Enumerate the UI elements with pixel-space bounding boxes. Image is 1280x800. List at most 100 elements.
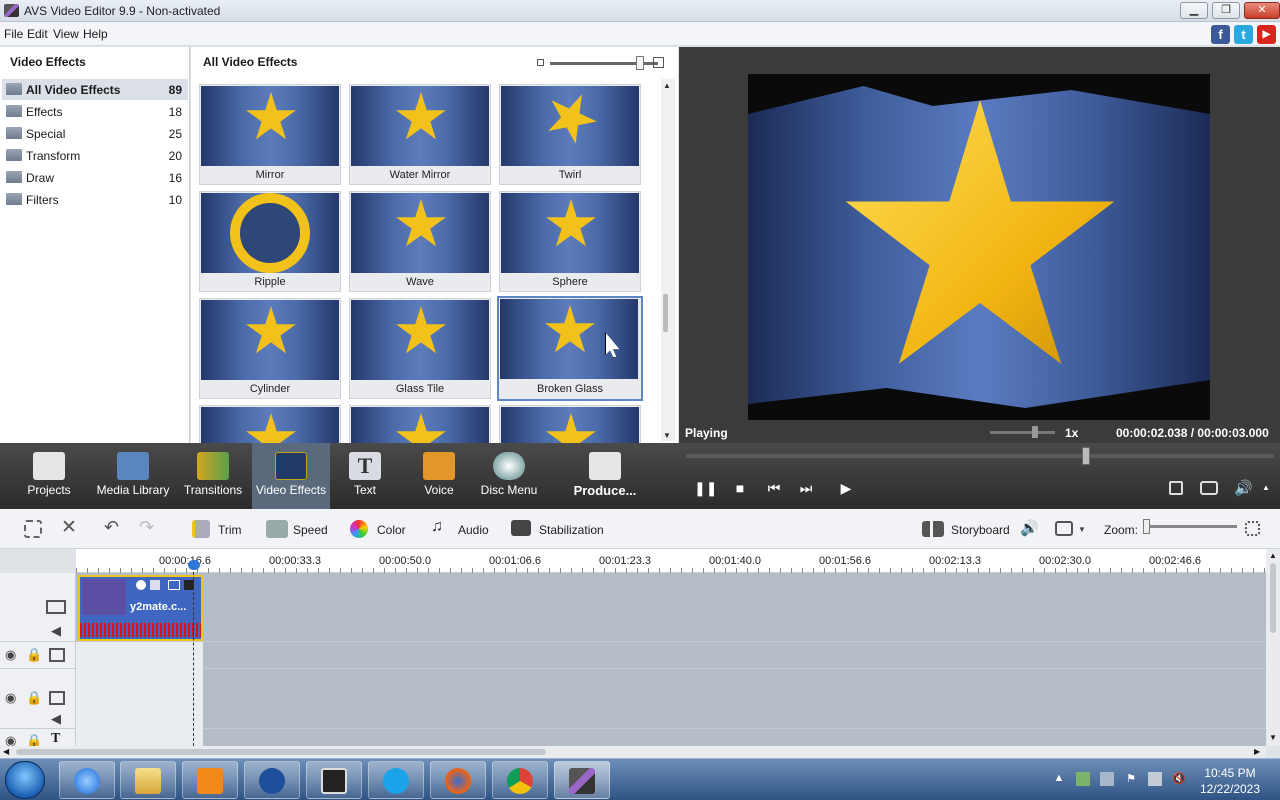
category-draw[interactable]: Draw 16	[2, 167, 188, 188]
tray-network-icon[interactable]	[1100, 772, 1114, 786]
taskbar-clock[interactable]: 10:45 PM 12/22/2023	[1195, 765, 1265, 797]
taskbar-internet-explorer[interactable]	[59, 761, 115, 799]
category-effects[interactable]: Effects 18	[2, 101, 188, 122]
scroll-down-icon[interactable]: ▼	[663, 431, 671, 440]
snapshot-camera-icon[interactable]	[1200, 481, 1218, 495]
taskbar-avs-video-editor[interactable]	[554, 761, 610, 799]
taskbar-media-player[interactable]	[182, 761, 238, 799]
color-button[interactable]: Color	[377, 523, 406, 537]
fullscreen-icon[interactable]	[1169, 481, 1183, 495]
scrollbar-thumb[interactable]	[16, 749, 546, 755]
storyboard-icon[interactable]	[922, 521, 944, 537]
slider-thumb[interactable]	[636, 56, 644, 70]
large-thumbnail-icon[interactable]	[653, 57, 664, 68]
close-button[interactable]: ✕	[1244, 2, 1280, 19]
clip-color-icon[interactable]	[136, 580, 146, 590]
speed-button[interactable]: Speed	[293, 523, 328, 537]
monitor-icon[interactable]	[1055, 521, 1073, 536]
playhead-knob[interactable]	[188, 560, 200, 570]
storyboard-button[interactable]: Storyboard	[951, 523, 1010, 537]
seek-bar[interactable]	[686, 447, 1274, 465]
lock-icon[interactable]: 🔒	[26, 647, 42, 663]
scrollbar-thumb[interactable]	[663, 294, 668, 332]
action-center-flag-icon[interactable]: ⚑	[1124, 772, 1138, 786]
menu-view[interactable]: View	[53, 27, 79, 41]
effect-tile-broken-glass[interactable]: Broken Glass	[497, 296, 643, 401]
menu-help[interactable]: Help	[83, 27, 108, 41]
video-effects-button[interactable]: Video Effects	[252, 443, 330, 509]
timeline-ruler[interactable]: 00:00:16.6 00:00:33.3 00:00:50.0 00:01:0…	[76, 549, 1266, 573]
category-transform[interactable]: Transform 20	[2, 145, 188, 166]
thumbnail-size-slider[interactable]	[550, 56, 658, 70]
taskbar-skype[interactable]	[368, 761, 424, 799]
stabilization-camera-icon[interactable]	[511, 520, 531, 536]
produce-button[interactable]: Produce...	[562, 443, 648, 509]
tray-volume-muted-icon[interactable]: 🔇	[1172, 772, 1186, 786]
scrollbar-thumb[interactable]	[1270, 563, 1276, 633]
trim-button[interactable]: Trim	[218, 523, 242, 537]
taskbar-firefox[interactable]	[430, 761, 486, 799]
video-clip[interactable]: y2mate.c...	[78, 575, 203, 641]
taskbar-flash-app[interactable]	[244, 761, 300, 799]
select-all-icon[interactable]	[24, 520, 42, 538]
slider-thumb[interactable]	[1032, 426, 1038, 438]
next-frame-button[interactable]: ⏭	[796, 480, 816, 497]
facebook-icon[interactable]: f	[1211, 25, 1230, 44]
stabilization-button[interactable]: Stabilization	[539, 523, 604, 537]
menu-edit[interactable]: Edit	[27, 27, 48, 41]
effects-scrollbar[interactable]: ▲ ▼	[661, 79, 675, 441]
slider-thumb[interactable]	[1143, 519, 1150, 534]
eye-icon[interactable]: ◉	[5, 647, 16, 663]
tray-app-icon[interactable]	[1076, 772, 1090, 786]
category-filters[interactable]: Filters 10	[2, 189, 188, 210]
frame-step-button[interactable]: ▶	[836, 480, 856, 497]
fit-to-window-icon[interactable]	[1245, 521, 1260, 536]
effect-tile-ripple[interactable]: Ripple	[199, 191, 341, 292]
volume-icon[interactable]: 🔊	[1234, 479, 1253, 497]
transitions-button[interactable]: Transitions	[174, 443, 252, 509]
trim-icon[interactable]	[192, 520, 210, 538]
zoom-slider[interactable]	[1143, 519, 1237, 534]
effect-tile-mirror[interactable]: Mirror	[199, 84, 341, 185]
delete-icon[interactable]: ✕	[61, 516, 77, 539]
small-thumbnail-icon[interactable]	[537, 59, 544, 66]
scroll-right-icon[interactable]: ▶	[1254, 747, 1260, 756]
scroll-up-icon[interactable]: ▲	[1269, 551, 1277, 560]
youtube-icon[interactable]: ▶	[1257, 25, 1276, 44]
show-hidden-icons[interactable]: ▲	[1052, 772, 1066, 786]
effect-tile-wave[interactable]: Wave	[349, 191, 491, 292]
previous-frame-button[interactable]: ⏮	[764, 480, 784, 497]
lock-icon[interactable]: 🔒	[26, 690, 42, 706]
scroll-left-icon[interactable]: ◀	[3, 747, 9, 756]
disc-menu-button[interactable]: Disc Menu	[470, 443, 548, 509]
taskbar-video-app[interactable]	[306, 761, 362, 799]
effect-tile-sphere[interactable]: Sphere	[499, 191, 641, 292]
volume-arrow-icon[interactable]: ▲	[1262, 483, 1270, 492]
start-button[interactable]	[5, 761, 45, 799]
timeline-vertical-scrollbar[interactable]: ▲ ▼	[1266, 549, 1280, 746]
minimize-button[interactable]: ▁	[1180, 2, 1208, 19]
seek-thumb[interactable]	[1082, 447, 1090, 465]
category-special[interactable]: Special 25	[2, 123, 188, 144]
category-all-video-effects[interactable]: All Video Effects 89	[2, 79, 188, 100]
projects-button[interactable]: Projects	[10, 443, 88, 509]
effect-tile-partial[interactable]	[349, 405, 491, 444]
speed-icon[interactable]	[266, 520, 288, 538]
music-note-icon[interactable]: ♫	[431, 518, 443, 536]
undo-icon[interactable]: ↶	[104, 517, 119, 538]
eye-icon[interactable]: ◉	[5, 690, 16, 706]
effect-tile-twirl[interactable]: Twirl	[499, 84, 641, 185]
taskbar-chrome[interactable]	[492, 761, 548, 799]
timeline-horizontal-scrollbar[interactable]: ◀ ▶	[0, 746, 1266, 758]
playhead[interactable]	[188, 560, 200, 746]
scroll-up-icon[interactable]: ▲	[663, 81, 671, 90]
color-wheel-icon[interactable]	[350, 520, 368, 538]
timeline-tracks[interactable]	[76, 573, 1266, 746]
voice-button[interactable]: Voice	[400, 443, 478, 509]
clip-speed-icon[interactable]	[150, 580, 160, 590]
effect-tile-cylinder[interactable]: Cylinder	[199, 298, 341, 399]
effect-tile-partial[interactable]	[499, 405, 641, 444]
taskbar-file-explorer[interactable]	[120, 761, 176, 799]
stop-button[interactable]: ■	[730, 480, 750, 496]
audio-mixer-icon[interactable]: 🔊	[1020, 519, 1039, 537]
